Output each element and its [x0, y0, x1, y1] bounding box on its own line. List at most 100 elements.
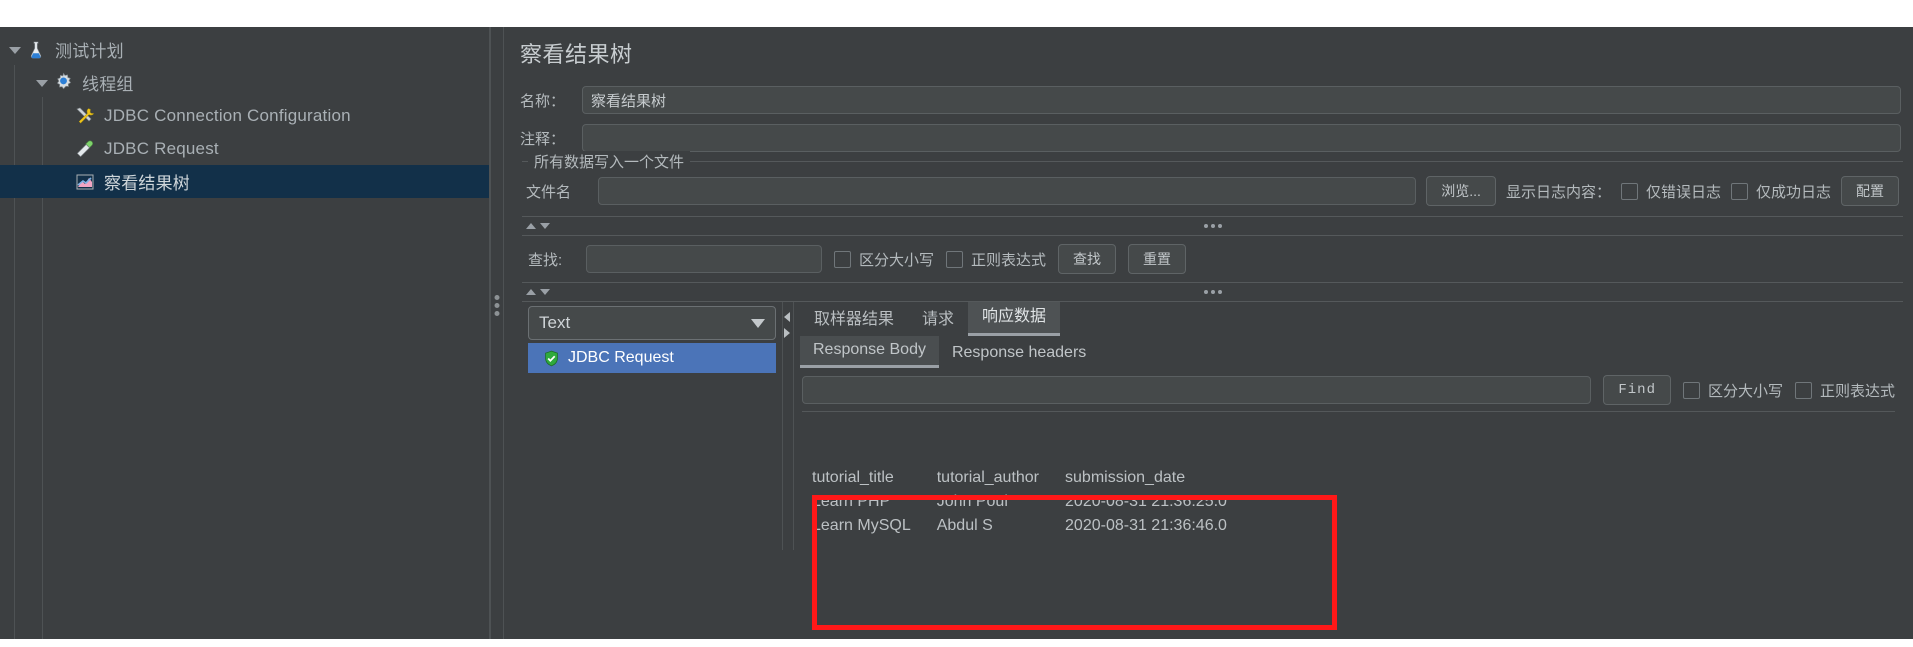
test-plan-tree-panel: 测试计划 线程组 JDBC Connection Configuration J… [0, 27, 490, 639]
table-row: Learn MySQL Abdul S 2020-08-31 21:36:46.… [812, 514, 1253, 535]
write-all-data-to-file-group: 所有数据写入一个文件 文件名 浏览... 显示日志内容： 仅错误日志 仅成功日志… [522, 151, 1903, 216]
result-tabs: 取样器结果 请求 响应数据 [794, 296, 1903, 336]
tab-response-data[interactable]: 响应数据 [968, 296, 1061, 336]
splitter-grip-icon[interactable] [1203, 290, 1222, 294]
tree-node-label: JDBC Request [104, 138, 219, 158]
column-header: tutorial_title [812, 469, 894, 486]
success-only-checkbox[interactable]: 仅成功日志 [1730, 181, 1831, 202]
table-header-row: tutorial_title tutorial_author submissio… [812, 466, 1253, 490]
response-case-sensitive-checkbox[interactable]: 区分大小写 [1682, 380, 1783, 401]
response-detail-panel: 取样器结果 请求 响应数据 Response Body Response hea… [794, 296, 1903, 550]
search-case-sensitive-label: 区分大小写 [859, 251, 935, 269]
splitter-grip-icon[interactable] [494, 295, 500, 316]
tab-request[interactable]: 请求 [908, 299, 968, 336]
checkbox-box-icon[interactable] [1730, 182, 1748, 200]
search-regex-label: 正则表达式 [971, 251, 1047, 269]
tools-icon [73, 104, 97, 128]
chevron-down-icon[interactable] [33, 74, 51, 92]
collapse-down-icon[interactable] [540, 223, 550, 229]
response-table-body: tutorial_title tutorial_author submissio… [812, 466, 1253, 535]
flask-icon [24, 38, 48, 62]
subtab-response-body[interactable]: Response Body [800, 336, 939, 368]
response-find-input[interactable] [802, 376, 1592, 404]
configure-button[interactable]: 配置 [1841, 176, 1899, 206]
splitter-arrows[interactable] [522, 223, 550, 229]
view-results-tree-panel: 察看结果树 名称： 注释： 所有数据写入一个文件 文件名 浏览... 显示日志内… [504, 27, 1913, 639]
log-display-label: 显示日志内容： [1505, 183, 1611, 201]
name-field-row: 名称： [512, 81, 1913, 119]
upper-horizontal-splitter[interactable] [522, 216, 1903, 236]
tree-node-label: JDBC Connection Configuration [104, 105, 351, 125]
results-area: Text JDBC Request 取样器结果 请求 响应数据 Response… [522, 296, 1903, 550]
tree-node-jdbc-connection-configuration[interactable]: JDBC Connection Configuration [0, 99, 490, 132]
checkbox-box-icon[interactable] [834, 250, 851, 268]
search-input[interactable] [586, 245, 822, 273]
result-list-item-label: JDBC Request [568, 349, 674, 366]
response-body-content[interactable]: tutorial_title tutorial_author submissio… [802, 411, 1895, 535]
column-header: tutorial_author [936, 469, 1040, 486]
filename-row: 文件名 浏览... 显示日志内容： 仅错误日志 仅成功日志 配置 [522, 170, 1903, 216]
render-format-value: Text [539, 313, 571, 332]
tree-node-view-results-tree[interactable]: 察看结果树 [0, 165, 490, 198]
group-title: 所有数据写入一个文件 [528, 151, 691, 172]
comment-label: 注释： [520, 130, 566, 148]
table-row: Learn PHP John Poul 2020-08-31 21:36:25.… [812, 490, 1253, 514]
chevron-down-icon[interactable] [751, 318, 765, 328]
response-case-sensitive-label: 区分大小写 [1707, 382, 1783, 400]
collapse-left-icon[interactable] [784, 312, 790, 322]
name-label: 名称： [520, 92, 566, 110]
tree-node-jdbc-request[interactable]: JDBC Request [0, 132, 490, 165]
comment-input[interactable] [582, 124, 1901, 152]
checkbox-box-icon[interactable] [946, 250, 964, 268]
jmeter-window: 测试计划 线程组 JDBC Connection Configuration J… [0, 27, 1913, 639]
search-toolbar: 查找: 区分大小写 正则表达式 查找 重置 [512, 236, 1913, 282]
response-result-table: tutorial_title tutorial_author submissio… [812, 466, 1253, 535]
tree-node-list: 测试计划 线程组 JDBC Connection Configuration J… [0, 27, 490, 198]
tab-sampler-result[interactable]: 取样器结果 [800, 299, 908, 336]
search-reset-button[interactable]: 重置 [1128, 244, 1187, 274]
success-shield-icon [542, 349, 560, 367]
collapse-down-icon[interactable] [540, 289, 550, 295]
search-label: 查找: [528, 251, 563, 269]
checkbox-box-icon[interactable] [1620, 182, 1638, 200]
browse-button[interactable]: 浏览... [1426, 176, 1496, 206]
splitter-arrows[interactable] [522, 289, 550, 295]
response-find-button[interactable]: Find [1603, 375, 1671, 405]
table-cell: Learn MySQL [812, 517, 911, 534]
search-regex-checkbox[interactable]: 正则表达式 [946, 249, 1046, 270]
collapse-right-icon[interactable] [784, 328, 790, 338]
response-find-toolbar: Find 区分大小写 正则表达式 [794, 368, 1903, 411]
checkbox-box-icon[interactable] [1794, 381, 1812, 399]
filename-input[interactable] [598, 177, 1417, 205]
tree-node-label: 测试计划 [55, 42, 124, 61]
pipette-icon [73, 137, 97, 161]
chevron-down-icon[interactable] [6, 41, 24, 59]
comment-field-row: 注释： [512, 119, 1913, 157]
search-case-sensitive-checkbox[interactable]: 区分大小写 [834, 249, 934, 270]
main-vertical-splitter[interactable] [490, 27, 504, 639]
column-header: submission_date [1065, 469, 1186, 486]
results-vertical-splitter[interactable] [782, 302, 794, 550]
page-title: 察看结果树 [520, 42, 633, 67]
search-find-button[interactable]: 查找 [1058, 244, 1117, 274]
splitter-grip-icon[interactable] [1203, 224, 1222, 228]
collapse-up-icon[interactable] [526, 289, 536, 295]
name-input[interactable] [582, 86, 1901, 114]
collapse-up-icon[interactable] [526, 223, 536, 229]
errors-only-checkbox[interactable]: 仅错误日志 [1620, 181, 1721, 202]
lower-horizontal-splitter[interactable] [522, 282, 1903, 302]
response-regex-checkbox[interactable]: 正则表达式 [1794, 380, 1895, 401]
filename-label: 文件名 [526, 183, 572, 201]
response-regex-label: 正则表达式 [1819, 382, 1895, 400]
result-list-item[interactable]: JDBC Request [528, 343, 776, 373]
table-cell: John Poul [936, 493, 1008, 510]
gear-icon [51, 71, 75, 95]
tree-node-label: 线程组 [82, 75, 134, 94]
render-format-dropdown[interactable]: Text [528, 306, 776, 340]
tree-node-label: 察看结果树 [104, 174, 190, 193]
checkbox-box-icon[interactable] [1682, 381, 1700, 399]
errors-only-label: 仅错误日志 [1645, 183, 1721, 201]
tree-node-thread-group[interactable]: 线程组 [0, 66, 490, 99]
subtab-response-headers[interactable]: Response headers [939, 339, 1099, 368]
tree-node-test-plan[interactable]: 测试计划 [0, 33, 490, 66]
